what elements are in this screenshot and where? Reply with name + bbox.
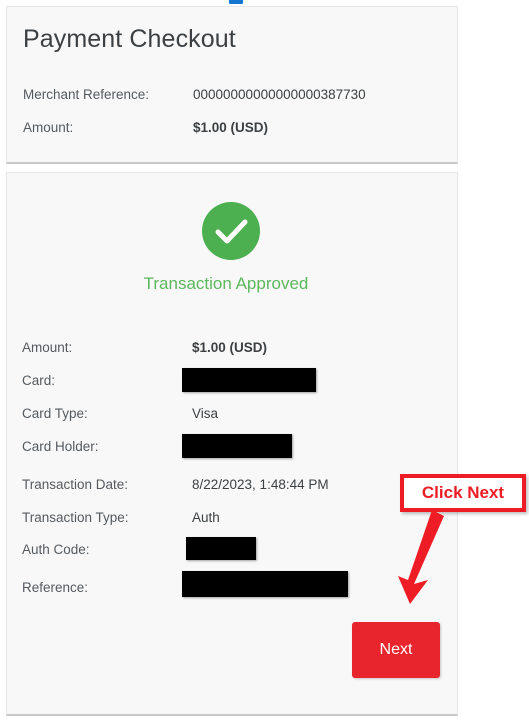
detail-row-amount: Amount: $1.00 (USD) [22, 338, 442, 360]
payment-checkout-page: Payment Checkout Merchant Reference: 000… [0, 0, 529, 726]
card-holder-label: Card Holder: [22, 439, 99, 454]
click-next-annotation-box: Click Next [400, 474, 526, 512]
header-amount-label: Amount: [23, 120, 74, 135]
next-button[interactable]: Next [352, 622, 440, 678]
detail-row-card-type: Card Type: Visa [22, 404, 442, 426]
click-next-annotation-label: Click Next [421, 483, 505, 502]
check-circle-icon [202, 202, 260, 260]
transaction-status-text: Transaction Approved [143, 274, 309, 293]
card-type-label: Card Type: [22, 406, 88, 421]
reference-redaction-bar [182, 571, 348, 597]
amount-label: Amount: [22, 340, 73, 355]
detail-row-transaction-type: Transaction Type: Auth [22, 508, 442, 530]
card-type-value: Visa [192, 406, 219, 421]
detail-row-transaction-date: Transaction Date: 8/22/2023, 1:48:44 PM [22, 475, 442, 497]
merchant-reference-row: Merchant Reference: 00000000000000000387… [23, 87, 443, 107]
card-holder-redaction-bar [182, 434, 292, 458]
card-redaction-bar [182, 368, 316, 392]
auth-code-label: Auth Code: [22, 542, 90, 557]
reference-label: Reference: [22, 580, 89, 595]
transaction-type-value: Auth [192, 510, 220, 525]
auth-code-redaction-bar [186, 537, 256, 560]
cut-off-blue-element [229, 0, 243, 4]
payment-checkout-header-card: Payment Checkout Merchant Reference: 000… [6, 6, 458, 164]
card-label: Card: [22, 373, 56, 388]
merchant-reference-label: Merchant Reference: [23, 87, 150, 102]
page-title: Payment Checkout [23, 25, 236, 53]
transaction-date-value: 8/22/2023, 1:48:44 PM [192, 477, 329, 492]
header-amount-value: $1.00 (USD) [193, 120, 269, 135]
header-amount-row: Amount: $1.00 (USD) [23, 120, 443, 140]
transaction-type-label: Transaction Type: [22, 510, 129, 525]
merchant-reference-value: 00000000000000000387730 [193, 87, 366, 102]
amount-value: $1.00 (USD) [192, 340, 268, 355]
transaction-date-label: Transaction Date: [22, 477, 129, 492]
